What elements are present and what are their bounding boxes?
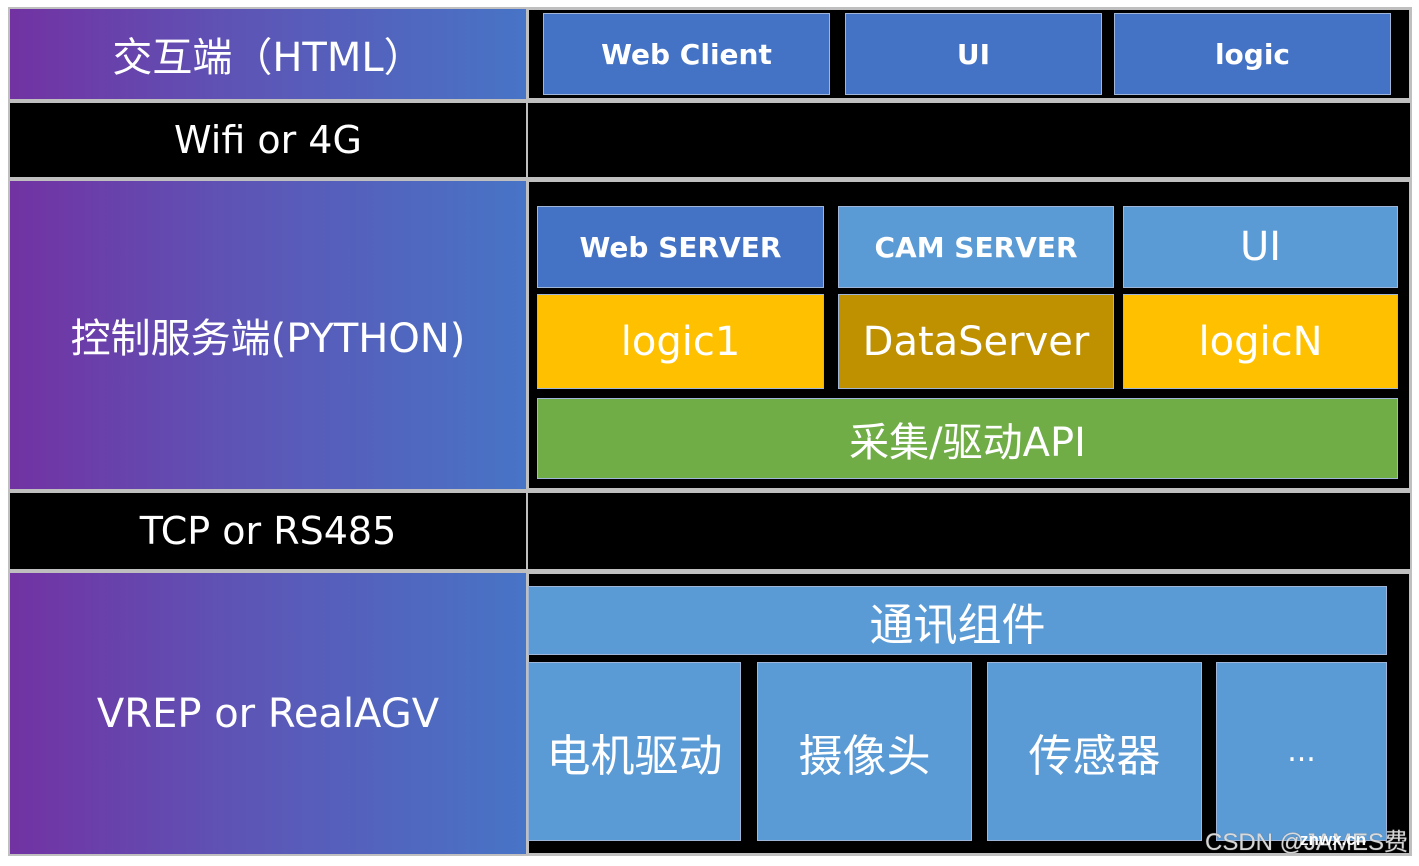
box-label: DataServer xyxy=(862,318,1090,365)
layer-label: 交互端（HTML） xyxy=(112,35,424,81)
network-panel-wifi xyxy=(526,101,1412,179)
layer-label: 控制服务端(PYTHON) xyxy=(70,316,466,362)
box-label: UI xyxy=(956,37,991,71)
box-motor-driver: 电机驱动 xyxy=(528,662,741,841)
box-api: 采集/驱动API xyxy=(537,398,1398,479)
box-web-client: Web Client xyxy=(543,13,830,95)
layer-device: VREP or RealAGV xyxy=(8,571,528,856)
box-web-server: Web SERVER xyxy=(537,206,824,288)
box-label: 通讯组件 xyxy=(869,599,1046,651)
layer-network-tcp: TCP or RS485 xyxy=(8,491,528,571)
box-label: UI xyxy=(1239,224,1282,270)
layer-label: Wifi or 4G xyxy=(174,118,362,162)
layer-control: 控制服务端(PYTHON) xyxy=(8,179,528,491)
box-label: 摄像头 xyxy=(798,730,931,782)
watermark-overlay: znwx.cn xyxy=(1300,830,1367,849)
box-label: logicN xyxy=(1198,318,1323,365)
box-more: ... xyxy=(1216,662,1387,841)
box-label: 电机驱动 xyxy=(546,730,723,782)
box-sensor: 传感器 xyxy=(987,662,1202,841)
box-label: logic xyxy=(1214,37,1291,71)
box-cam-server: CAM SERVER xyxy=(838,206,1114,288)
box-label: 传感器 xyxy=(1028,730,1161,782)
box-label: logic1 xyxy=(620,318,741,365)
box-label: 采集/驱动API xyxy=(849,419,1086,466)
box-dataserver: DataServer xyxy=(838,294,1114,389)
layer-network-wifi: Wifi or 4G xyxy=(8,101,528,179)
box-label: CAM SERVER xyxy=(874,230,1078,264)
box-ui-server: UI xyxy=(1123,206,1398,288)
box-camera: 摄像头 xyxy=(757,662,972,841)
box-ui: UI xyxy=(845,13,1102,95)
layer-label: VREP or RealAGV xyxy=(96,690,440,737)
box-label: Web SERVER xyxy=(579,230,782,264)
layer-label: TCP or RS485 xyxy=(139,509,397,553)
box-logic1: logic1 xyxy=(537,294,824,389)
box-logicn: logicN xyxy=(1123,294,1398,389)
box-label: Web Client xyxy=(601,37,772,71)
box-logic: logic xyxy=(1114,13,1391,95)
layer-interaction: 交互端（HTML） xyxy=(8,7,528,101)
network-panel-tcp xyxy=(526,491,1412,571)
box-label: ... xyxy=(1287,734,1316,769)
box-comm: 通讯组件 xyxy=(528,586,1387,655)
